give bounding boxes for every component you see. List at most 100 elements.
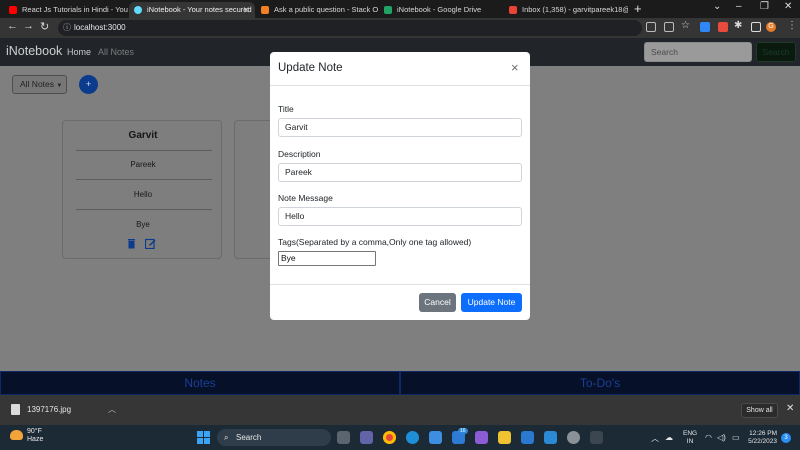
tab-notes[interactable]: Notes [0, 371, 400, 395]
install-app-icon[interactable] [646, 22, 656, 32]
forward-icon[interactable]: → [23, 20, 34, 32]
address-toolbar: ← → ↻ ⓘ localhost:3000 ☆ ✱ G ⋮ [0, 18, 800, 38]
tags-field[interactable]: Bye [278, 251, 376, 266]
google-drive-icon [384, 6, 392, 14]
profile-avatar[interactable]: G [766, 22, 776, 32]
update-note-button[interactable]: Update Note [461, 293, 522, 312]
tab-search-icon[interactable]: ⌄ [713, 1, 721, 12]
divider [76, 179, 212, 180]
description-field[interactable]: Pareek [278, 163, 522, 182]
close-tab-icon[interactable]: ✕ [242, 2, 250, 18]
site-info-icon[interactable]: ⓘ [63, 20, 71, 36]
divider [76, 209, 212, 210]
tags-label: Tags(Separated by a comma,Only one tag a… [278, 237, 472, 247]
volume-icon[interactable]: ◁) [717, 433, 726, 442]
teams-icon[interactable] [360, 431, 373, 444]
tab-stackoverflow[interactable]: Ask a public question - Stack Ov [256, 2, 378, 18]
wifi-icon[interactable]: ◠ [705, 433, 712, 442]
chrome-icon[interactable] [383, 431, 396, 444]
brand-logo[interactable]: iNotebook [6, 44, 62, 58]
notification-badge[interactable]: 3 [781, 433, 791, 443]
photos-icon[interactable] [521, 431, 534, 444]
search-input[interactable] [644, 42, 752, 62]
note-message: Hello [133, 190, 153, 199]
download-shelf: 1397176.jpg ︿ Show all ✕ [0, 395, 800, 425]
note-tag: Bye [136, 220, 150, 229]
tab-gmail[interactable]: Inbox (1,358) - garvitpareek18@ [504, 2, 628, 18]
close-icon[interactable]: × [511, 60, 519, 75]
share-icon[interactable] [664, 22, 674, 32]
close-window-icon[interactable]: ✕ [784, 1, 792, 12]
nav-link-all-notes[interactable]: All Notes [98, 47, 134, 57]
tray-chevron-icon[interactable]: ︿ [651, 433, 659, 444]
battery-icon[interactable]: ▭ [732, 433, 740, 442]
file-explorer-icon[interactable] [498, 431, 511, 444]
search-button[interactable]: Search [756, 42, 796, 62]
tab-google-drive[interactable]: iNotebook - Google Drive [379, 2, 503, 18]
minimize-icon[interactable]: – [736, 1, 742, 12]
close-icon[interactable]: ✕ [786, 403, 794, 414]
title-label: Title [278, 104, 294, 114]
extension-blue-icon[interactable] [700, 22, 710, 32]
stackoverflow-icon [261, 6, 269, 14]
cloud-icon[interactable]: ☁ [665, 433, 673, 442]
weather-icon[interactable] [10, 430, 23, 440]
divider [76, 150, 212, 151]
modal-footer-divider [270, 284, 530, 285]
address-bar[interactable]: ⓘ localhost:3000 [58, 20, 642, 36]
restore-icon[interactable]: ❐ [760, 1, 769, 12]
browser-menu-icon[interactable]: ⋮ [787, 20, 797, 31]
side-panel-icon[interactable] [751, 22, 761, 32]
nav-link-home[interactable]: Home [67, 47, 91, 57]
youtube-icon [9, 6, 17, 14]
edge-icon[interactable] [406, 431, 419, 444]
settings-gear-icon[interactable] [567, 431, 580, 444]
caret-down-icon: ▼ [56, 83, 63, 89]
terminal-icon[interactable] [590, 431, 603, 444]
vscode-icon[interactable] [544, 431, 557, 444]
note-description: Pareek [130, 160, 156, 169]
extensions-puzzle-icon[interactable]: ✱ [734, 20, 742, 31]
chevron-up-icon[interactable]: ︿ [108, 404, 116, 415]
bookmark-star-icon[interactable]: ☆ [681, 20, 690, 31]
tab-inotebook[interactable]: iNotebook - Your notes secured ✕ [129, 2, 255, 18]
modal-title: Update Note [278, 62, 343, 74]
taskbar-search[interactable]: ⌕ Search [217, 429, 331, 446]
description-label: Description [278, 149, 321, 159]
react-icon [134, 6, 142, 14]
update-note-modal: Update Note × Title Garvit Description P… [270, 52, 530, 320]
windows-start-icon[interactable] [197, 431, 210, 444]
extension-red-icon[interactable] [718, 22, 728, 32]
media-player-icon[interactable] [475, 431, 488, 444]
language-indicator[interactable]: ENG IN [683, 430, 697, 446]
note-title: Garvit [128, 130, 158, 141]
bottom-tab-strip: Notes To-Do's [0, 371, 800, 395]
windows-taskbar: 90°F Haze ⌕ Search 16 ︿ ☁ ENG IN ◠ ◁) ▭ … [0, 425, 800, 450]
tab-youtube[interactable]: React Js Tutorials in Hindi - YouTu [4, 2, 128, 18]
download-item-name[interactable]: 1397176.jpg [27, 405, 71, 414]
store-icon[interactable] [429, 431, 442, 444]
back-icon[interactable]: ← [7, 20, 18, 32]
note-message-label: Note Message [278, 193, 333, 203]
tab-todos[interactable]: To-Do's [400, 371, 800, 395]
filter-dropdown[interactable]: All Notes ▼ [12, 75, 67, 94]
gmail-icon [509, 6, 517, 14]
badge: 16 [458, 428, 468, 434]
new-tab-icon[interactable]: + [634, 1, 642, 16]
note-card: Garvit Pareek Hello Bye [62, 120, 222, 259]
edit-icon[interactable] [145, 238, 156, 249]
title-field[interactable]: Garvit [278, 118, 522, 137]
file-icon [11, 404, 20, 415]
reload-icon[interactable]: ↻ [40, 20, 49, 33]
weather-widget[interactable]: 90°F Haze [27, 428, 43, 444]
note-message-field[interactable]: Hello [278, 207, 522, 226]
cancel-button[interactable]: Cancel [419, 293, 456, 312]
clock[interactable]: 12:26 PM 5/22/2023 [745, 430, 777, 446]
trash-icon[interactable] [126, 238, 137, 249]
task-view-icon[interactable] [337, 431, 350, 444]
search-icon: ⌕ [224, 433, 229, 442]
add-note-button[interactable]: + [79, 75, 98, 94]
show-all-button[interactable]: Show all [741, 403, 778, 418]
modal-header-divider [270, 85, 530, 86]
browser-tab-strip: React Js Tutorials in Hindi - YouTu iNot… [0, 0, 800, 18]
